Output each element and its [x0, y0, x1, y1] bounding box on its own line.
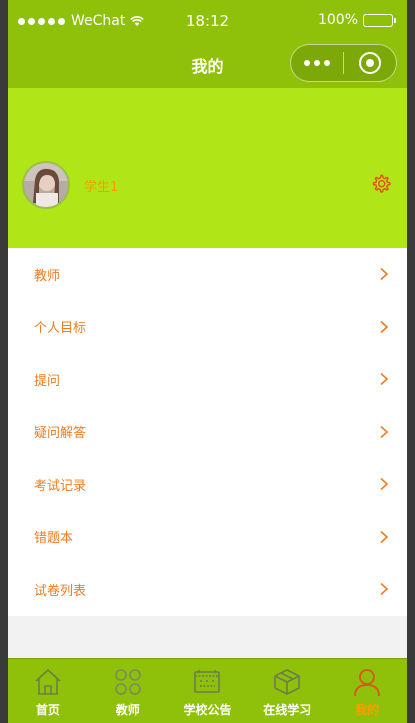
tab-label: 我的 — [355, 703, 380, 717]
avatar[interactable] — [22, 161, 70, 209]
more-menu-button[interactable] — [291, 60, 343, 66]
chevron-right-icon — [380, 320, 389, 333]
tab-teacher[interactable]: 教师 — [88, 659, 168, 723]
menu-list: 教师 个人目标 提问 疑问解答 考试记录 错题本 试卷列表 — [8, 248, 407, 616]
menu-item-ask-question[interactable]: 提问 — [8, 353, 407, 406]
tab-label: 首页 — [35, 703, 60, 717]
tab-bar: 首页 教师 学校公告 在线学习 我的 — [8, 658, 407, 723]
tab-online-learning[interactable]: 在线学习 — [247, 659, 327, 723]
menu-item-mistake-book[interactable]: 错题本 — [8, 511, 407, 564]
navigation-bar: 我的 — [8, 44, 407, 88]
chevron-right-icon — [380, 530, 389, 543]
miniprogram-capsule — [290, 44, 397, 82]
chevron-right-icon — [380, 478, 389, 491]
close-miniprogram-button[interactable] — [344, 52, 396, 74]
menu-item-label: 试卷列表 — [34, 583, 87, 599]
phone-screen: WeChat 18:12 100% 我的 学生1 教师 个人目标 提问 疑问解答… — [8, 0, 407, 723]
menu-item-teacher[interactable]: 教师 — [8, 248, 407, 301]
chevron-right-icon — [380, 425, 389, 438]
menu-item-label: 教师 — [34, 268, 61, 284]
battery-icon — [363, 13, 396, 27]
tab-label: 教师 — [115, 703, 140, 717]
tab-mine[interactable]: 我的 — [327, 659, 407, 723]
status-bar: WeChat 18:12 100% — [8, 0, 407, 44]
menu-item-exam-records[interactable]: 考试记录 — [8, 458, 407, 511]
gear-icon[interactable] — [371, 174, 391, 194]
chevron-right-icon — [380, 268, 389, 281]
profile-header: 学生1 — [8, 88, 407, 248]
menu-item-label: 错题本 — [34, 531, 74, 547]
chevron-right-icon — [380, 583, 389, 596]
box-icon — [274, 669, 301, 695]
battery-percent: 100% — [317, 12, 358, 28]
username[interactable]: 学生1 — [84, 176, 118, 195]
grid-icon — [114, 669, 141, 695]
tab-school-notice[interactable]: 学校公告 — [168, 659, 248, 723]
chevron-right-icon — [380, 373, 389, 386]
home-icon — [35, 669, 61, 695]
tab-home[interactable]: 首页 — [8, 659, 88, 723]
user-icon — [354, 669, 380, 697]
menu-item-personal-goal[interactable]: 个人目标 — [8, 301, 407, 354]
menu-item-answers[interactable]: 疑问解答 — [8, 406, 407, 459]
menu-item-label: 提问 — [34, 373, 61, 389]
menu-item-paper-list[interactable]: 试卷列表 — [8, 563, 407, 616]
menu-item-label: 疑问解答 — [34, 426, 87, 442]
target-icon — [359, 52, 381, 74]
battery-status: 100% — [317, 12, 396, 28]
menu-item-label: 考试记录 — [34, 478, 87, 494]
menu-item-label: 个人目标 — [34, 321, 87, 337]
notice-icon — [194, 670, 221, 693]
tab-label: 学校公告 — [183, 703, 232, 717]
tab-label: 在线学习 — [263, 703, 312, 717]
